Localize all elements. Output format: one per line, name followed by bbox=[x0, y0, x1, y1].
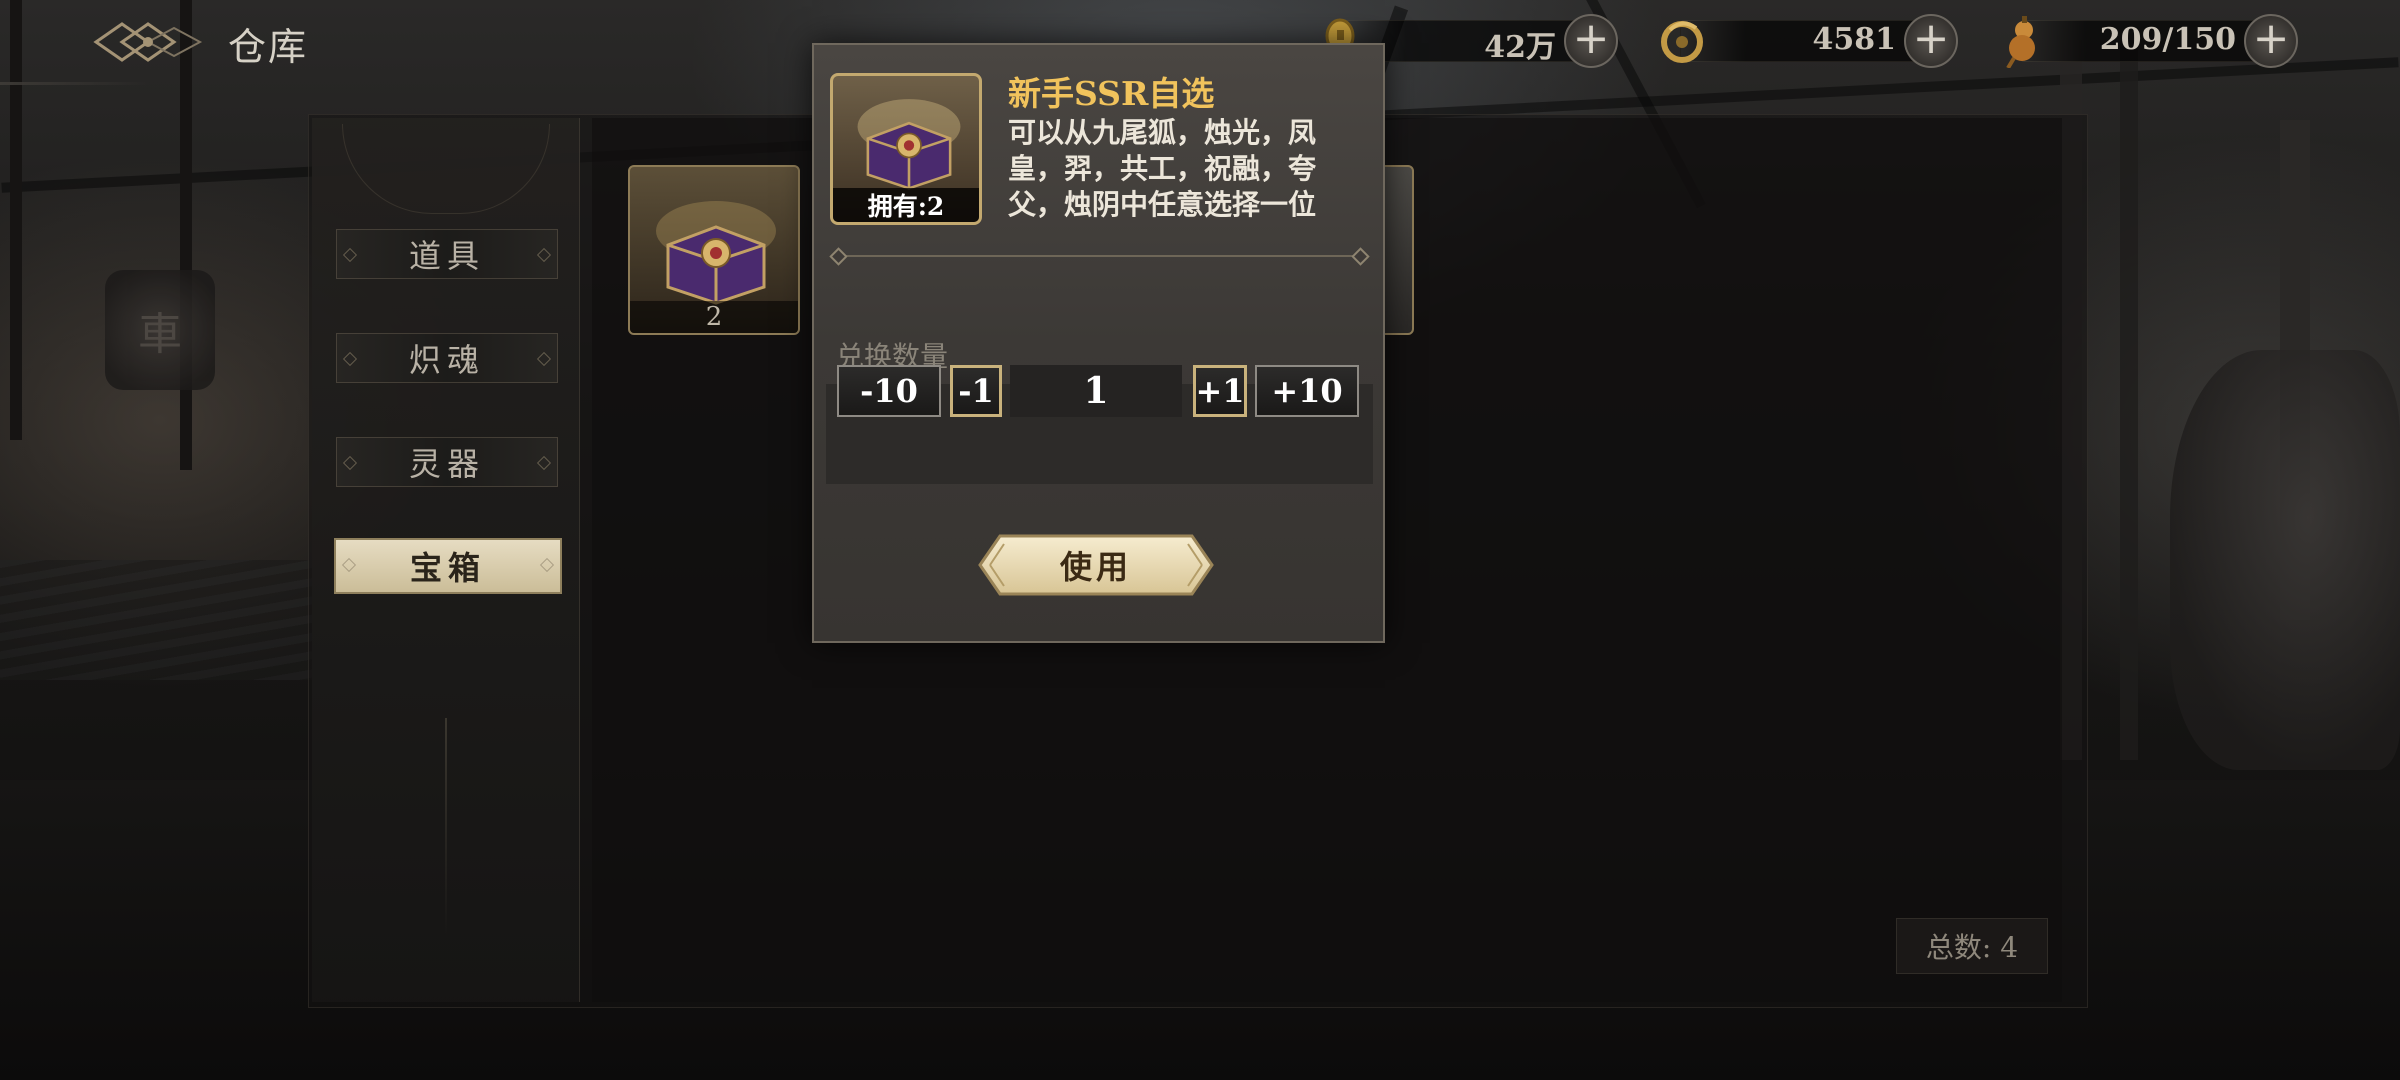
use-button-label: 使用 bbox=[1059, 548, 1132, 586]
plus-icon: + bbox=[2252, 13, 2290, 64]
plus-icon: + bbox=[1912, 13, 1950, 64]
owned-count: 拥有:2 bbox=[833, 188, 979, 222]
use-button[interactable]: 使用 bbox=[978, 532, 1214, 598]
gourd-icon bbox=[1996, 14, 2050, 70]
item-icon-frame: 拥有:2 bbox=[830, 73, 982, 225]
add-dragon-button[interactable]: + bbox=[1904, 14, 1958, 68]
purple-chest-icon bbox=[857, 99, 961, 190]
plus-10-button[interactable]: +10 bbox=[1255, 365, 1359, 417]
item-name: 新手SSR自选 bbox=[1008, 74, 1215, 113]
dragon-emblem-icon bbox=[1656, 14, 1710, 68]
add-coin-button[interactable]: + bbox=[1564, 14, 1618, 68]
gourd-value: 209/150 bbox=[2099, 22, 2236, 57]
tab-items[interactable]: 道具 bbox=[336, 229, 558, 279]
back-emblem-icon[interactable] bbox=[92, 14, 204, 70]
tab-treasure-chest[interactable]: 宝箱 bbox=[334, 538, 562, 594]
item-count: 2 bbox=[630, 301, 798, 333]
tab-blazing-soul[interactable]: 炽魂 bbox=[336, 333, 558, 383]
lantern-decoration bbox=[105, 270, 215, 390]
resource-gourd: 209/150 + bbox=[1996, 14, 2300, 70]
minus-10-button[interactable]: -10 bbox=[837, 365, 941, 417]
item-description: 可以从九尾狐，烛光，凤皇，羿，共工，祝融，夸父，烛阴中任意选择一位 bbox=[1008, 116, 1317, 221]
purple-chest-icon bbox=[656, 201, 776, 305]
minus-1-button[interactable]: -1 bbox=[950, 365, 1002, 417]
tab-spirit-artifact[interactable]: 灵器 bbox=[336, 437, 558, 487]
coin-value: 42万 bbox=[1484, 30, 1556, 65]
plus-icon: + bbox=[1572, 13, 1610, 64]
total-count: 总数: 4 bbox=[1896, 918, 2048, 974]
add-gourd-button[interactable]: + bbox=[2244, 14, 2298, 68]
statue-decoration bbox=[2170, 350, 2400, 770]
inventory-item-ssr-chest[interactable]: 2 bbox=[628, 165, 800, 335]
quantity-value[interactable]: 1 bbox=[1010, 365, 1182, 417]
plus-1-button[interactable]: +1 bbox=[1193, 365, 1247, 417]
dragon-value: 4581 bbox=[1812, 22, 1897, 57]
page-title: 仓库 bbox=[228, 25, 309, 69]
divider bbox=[836, 255, 1363, 257]
resource-dragon: 4581 + bbox=[1656, 14, 1960, 68]
